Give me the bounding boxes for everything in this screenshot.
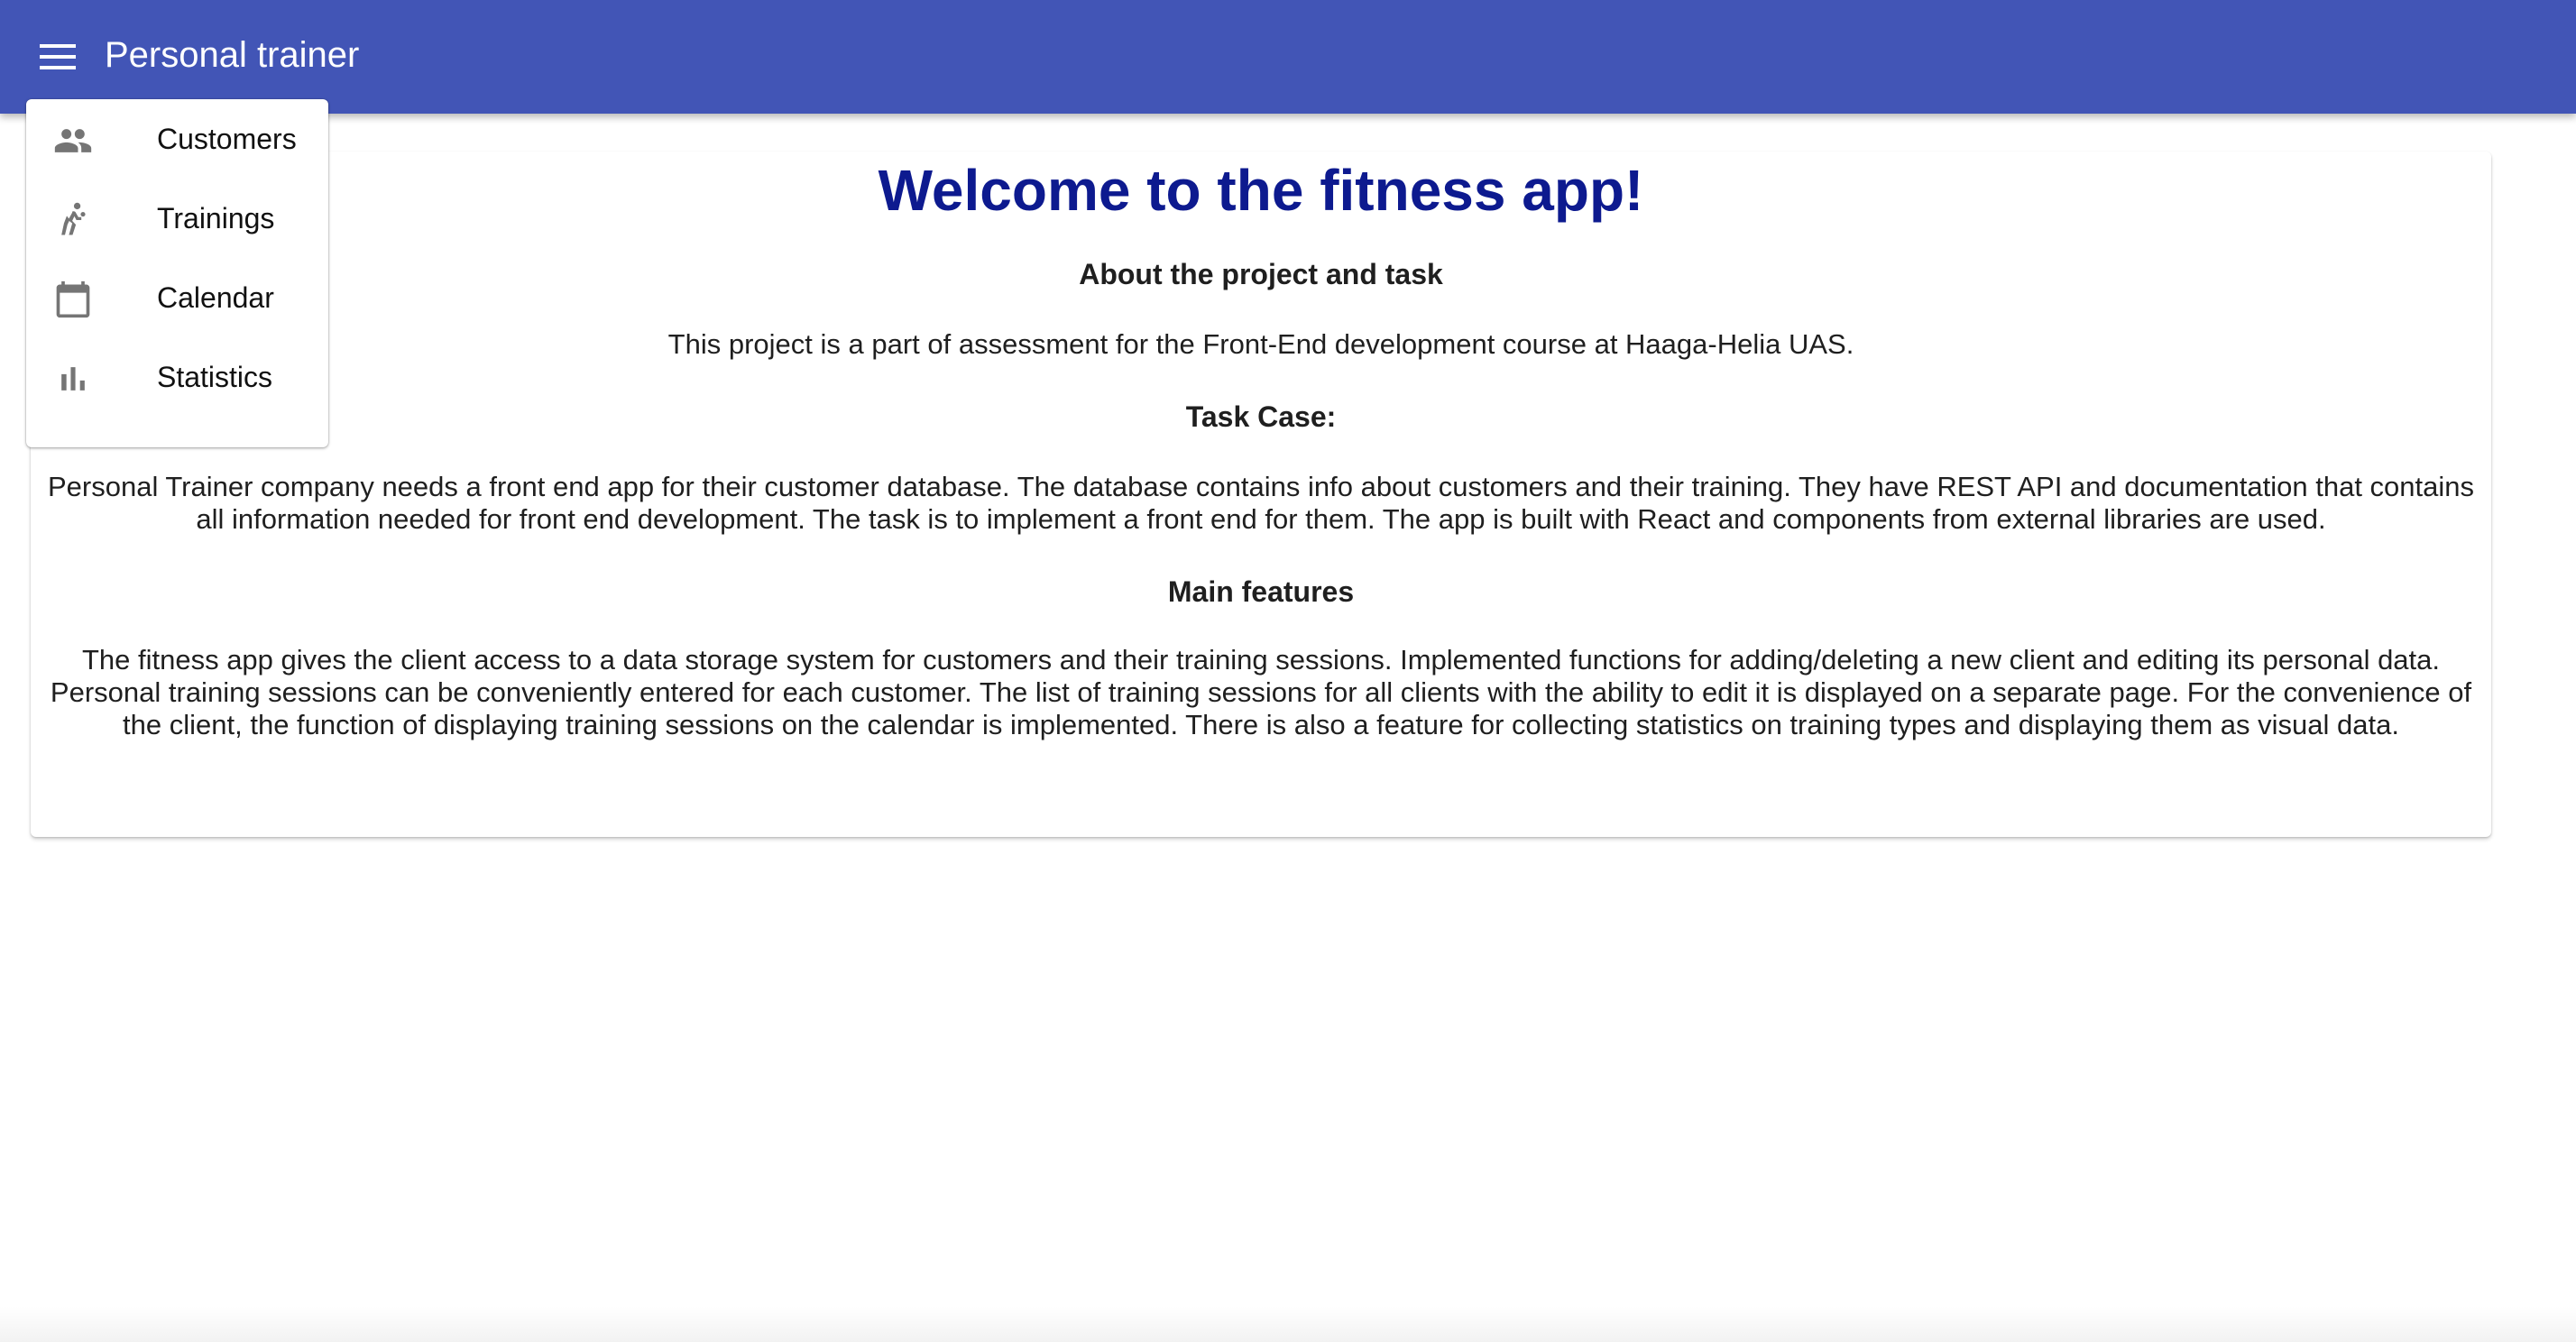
bar-chart-icon xyxy=(61,367,85,391)
task-heading: Task Case: xyxy=(1185,400,1337,433)
about-heading: About the project and task xyxy=(1079,258,1443,290)
people-icon xyxy=(54,129,92,152)
app-title: Personal trainer xyxy=(105,35,360,75)
welcome-card: Welcome to the fitness app! About the pr… xyxy=(31,152,2491,837)
menu-item-statistics[interactable]: Statistics xyxy=(26,337,328,417)
menu-button[interactable] xyxy=(25,24,90,89)
menu-item-label: Calendar xyxy=(157,281,274,314)
calendar-icon xyxy=(56,280,90,318)
menu-item-trainings[interactable]: Trainings xyxy=(26,179,328,258)
about-text: This project is a part of assessment for… xyxy=(667,328,1854,360)
features-text: The fitness app gives the client access … xyxy=(50,644,2472,740)
app-bar: Personal trainer xyxy=(0,0,2576,114)
navigation-menu: Customers Trainings Calendar Statistics xyxy=(26,99,328,447)
menu-item-label: Statistics xyxy=(157,361,273,393)
menu-item-calendar[interactable]: Calendar xyxy=(26,258,328,337)
bottom-shadow xyxy=(0,1306,2576,1342)
page-title: Welcome to the fitness app! xyxy=(878,158,1644,223)
menu-item-label: Trainings xyxy=(157,202,275,234)
menu-item-customers[interactable]: Customers xyxy=(26,99,328,179)
sports-icon xyxy=(61,202,86,235)
menu-item-label: Customers xyxy=(157,123,297,155)
menu-icon xyxy=(40,44,76,69)
features-heading: Main features xyxy=(1167,575,1355,608)
task-text: Personal Trainer company needs a front e… xyxy=(47,471,2475,535)
